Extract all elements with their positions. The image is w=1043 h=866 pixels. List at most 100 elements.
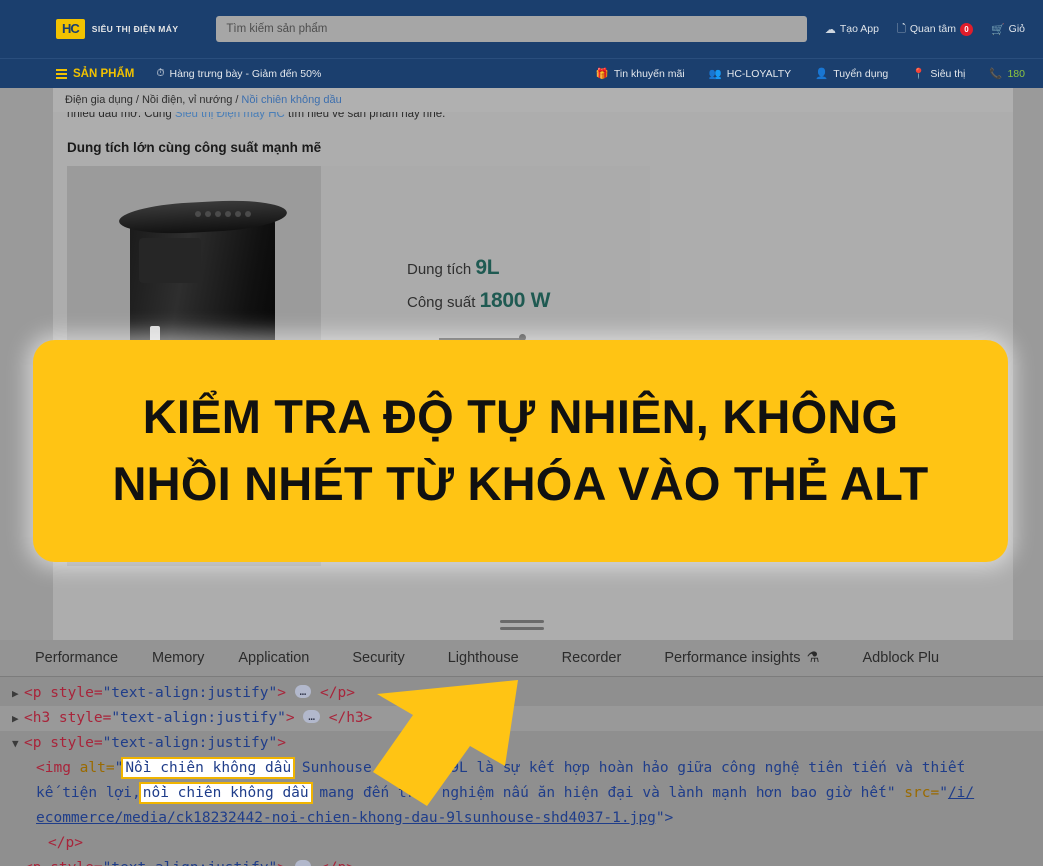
code-ellipsis-button[interactable]: …	[294, 685, 312, 698]
code-line-collapsed-p-2[interactable]: ▶<p style="text-align:justify"> … </p>	[0, 856, 1043, 866]
spec-capacity-label: Dung tích	[407, 261, 472, 279]
code-attr-src: src=	[904, 785, 940, 801]
devtools-panel: Performance Memory Application Security …	[0, 640, 1043, 866]
code-tag-open: <p style=	[24, 860, 103, 866]
nav-item-sieu-thi[interactable]: 📍 Siêu thị	[912, 67, 965, 81]
nav-products-label: SẢN PHẨM	[73, 67, 135, 80]
code-alt-text-1: Sunhouse SHD4037 9L là sự kết hợp hoàn h…	[293, 760, 966, 776]
code-tag-close: </p>	[320, 685, 355, 701]
code-line-collapsed-h3[interactable]: ▶ <h3 style="text-align:justify"> … </h3>	[0, 706, 1043, 731]
tab-application[interactable]: Application	[221, 650, 326, 666]
spec-capacity-value: 9L	[475, 256, 500, 280]
tab-recorder[interactable]: Recorder	[536, 650, 648, 666]
code-attr-alt: alt=	[79, 760, 115, 776]
breadcrumb-item-2[interactable]: Nồi chiên không dầu	[241, 94, 341, 106]
code-src-quote: "	[939, 785, 948, 801]
nav-left-group: SẢN PHẨM ⏱ Hàng trưng bày - Giảm đến 50%	[56, 67, 321, 80]
bookmark-heart-icon: 🗋	[896, 22, 906, 35]
spec-power-value: 1800 W	[479, 288, 551, 312]
site-logo[interactable]: HC SIÊU THỊ ĐIỆN MÁY	[56, 18, 178, 40]
annotation-banner: KIỂM TRA ĐỘ TỰ NHIÊN, KHÔNG NHỒI NHÉT TỪ…	[33, 340, 1008, 562]
nav-item-hang-trung-bay[interactable]: ⏱ Hàng trưng bày - Giảm đến 50%	[156, 67, 321, 80]
tab-security[interactable]: Security	[326, 650, 430, 666]
tab-memory[interactable]: Memory	[135, 650, 221, 666]
location-pin-icon: 📍	[912, 68, 926, 80]
code-alt-text-2: kế tiện lợi,	[36, 785, 141, 801]
code-ellipsis-button[interactable]: …	[303, 710, 321, 723]
hotline[interactable]: 📞 180	[989, 67, 1025, 81]
site-header: HC SIÊU THỊ ĐIỆN MÁY Tìm kiếm sản phẩm ☁…	[0, 0, 1043, 58]
code-alt-text-3: mang đến trải nghiệm nấu ăn hiện đại và …	[310, 785, 887, 801]
disclosure-triangle-icon[interactable]: ▶	[12, 681, 24, 706]
devtools-resize-handle-2[interactable]	[499, 627, 544, 630]
tab-adblock-plus[interactable]: Adblock Plu	[837, 650, 966, 666]
search-placeholder: Tìm kiếm sản phẩm	[226, 23, 328, 35]
nav-item-hc-loyalty[interactable]: 👥 HC-LOYALTY	[708, 67, 792, 81]
nav-item-tin-khuyen-mai[interactable]: 🎁 Tin khuyến mãi	[595, 67, 685, 81]
cloud-download-icon: ☁	[824, 23, 836, 36]
flask-icon: ⚗	[806, 650, 820, 666]
code-tag-close: </h3>	[328, 710, 373, 726]
code-attr-value: "text-align:justify"	[102, 735, 278, 751]
search-input[interactable]: Tìm kiếm sản phẩm	[216, 16, 807, 42]
nav-item-label: Tuyển dụng	[833, 67, 889, 80]
nav-item-label: HC-LOYALTY	[726, 67, 792, 80]
code-attr-value: "text-align:justify"	[103, 860, 278, 866]
loyalty-icon: 👥	[708, 68, 722, 80]
code-close-p-tag: </p>	[48, 835, 83, 851]
air-fryer-window	[139, 238, 201, 284]
nav-item-tuyen-dung[interactable]: 👤 Tuyển dụng	[815, 67, 889, 81]
annotation-line-2: NHỒI NHÉT TỪ KHÓA VÀO THẺ ALT	[112, 457, 929, 510]
disclosure-triangle-icon[interactable]: ▼	[12, 731, 24, 756]
alt-keyword-highlight-2: nồi chiên không dầu	[138, 782, 313, 804]
nav-item-label: Tin khuyến mãi	[613, 67, 685, 80]
cart-icon: 🛒	[990, 23, 1005, 36]
code-attr-value: "text-align:justify"	[102, 685, 278, 701]
code-quote-close: "	[886, 785, 896, 801]
quan-tam-count-badge: 0	[959, 22, 973, 36]
header-item-tao-app[interactable]: ☁ Tạo App	[825, 23, 879, 36]
product-specs: Dung tích 9L Công suất 1800 W	[407, 252, 550, 317]
header-item-quan-tam[interactable]: 🗋 Quan tâm 0	[897, 20, 973, 39]
alt-keyword-highlight-1: Nồi chiên không dầu	[121, 757, 296, 779]
disclosure-triangle-icon[interactable]: ▶	[12, 856, 24, 866]
code-tag-open: <p style=	[24, 735, 103, 751]
code-img-tag: <img	[36, 760, 80, 776]
header-item-gio-hang[interactable]: 🛒 Giỏ	[991, 23, 1025, 36]
tab-performance[interactable]: Performance	[18, 650, 135, 666]
code-tag-close: </p>	[320, 860, 355, 866]
code-line-collapsed-p-1[interactable]: ▶ <p style="text-align:justify"> … </p>	[0, 681, 1043, 706]
article-heading: Dung tích lớn cùng công suất mạnh mẽ	[67, 140, 322, 156]
code-src-link-rest[interactable]: ecommerce/media/ck18232442-noi-chien-kho…	[36, 810, 656, 826]
code-tag-bracket: >	[277, 685, 286, 701]
code-line-expanded-p[interactable]: ▼ <p style="text-align:justify">	[0, 731, 1043, 756]
phone-icon: 📞	[989, 68, 1003, 80]
code-line-img-3[interactable]: ecommerce/media/ck18232442-noi-chien-kho…	[0, 806, 1043, 831]
air-fryer-control-panel	[195, 208, 277, 219]
spec-capacity: Dung tích 9L	[407, 252, 550, 285]
screenshot-root: HC SIÊU THỊ ĐIỆN MÁY Tìm kiếm sản phẩm ☁…	[0, 0, 1043, 866]
devtools-resize-handle[interactable]	[499, 620, 544, 623]
code-tag-bracket: >	[285, 710, 295, 726]
code-img-tag-close: ">	[655, 810, 674, 826]
spec-power-label: Công suất	[407, 293, 476, 311]
nav-products-menu[interactable]: SẢN PHẨM	[56, 68, 134, 80]
header-actions: ☁ Tạo App 🗋 Quan tâm 0 🛒 Giỏ	[825, 20, 1025, 39]
tab-performance-insights[interactable]: Performance insights ⚗	[647, 650, 836, 666]
tab-lighthouse[interactable]: Lighthouse	[431, 650, 536, 666]
breadcrumb-separator: /	[135, 94, 139, 106]
breadcrumb-item-1[interactable]: Nồi điện, vỉ nướng	[142, 94, 232, 106]
code-src-link-start[interactable]: /i/	[948, 785, 974, 801]
clock-icon: ⏱	[156, 67, 165, 79]
person-icon: 👤	[815, 68, 829, 80]
code-line-close-p: </p>	[0, 831, 1043, 856]
code-tag-open: <p style=	[24, 685, 103, 701]
code-line-img-2[interactable]: kế tiện lợi, nồi chiên không dầu mang đến…	[0, 781, 1043, 806]
code-ellipsis-button[interactable]: …	[294, 860, 312, 866]
header-item-label: Giỏ	[1008, 23, 1025, 35]
disclosure-triangle-icon[interactable]: ▶	[12, 706, 24, 731]
code-line-img-1[interactable]: <img alt=" Nồi chiên không dầu Sunhouse S…	[0, 756, 1043, 781]
breadcrumb-item-0[interactable]: Điện gia dụng	[65, 94, 133, 106]
header-item-label: Tạo App	[839, 23, 879, 35]
gift-icon: 🎁	[595, 68, 609, 80]
